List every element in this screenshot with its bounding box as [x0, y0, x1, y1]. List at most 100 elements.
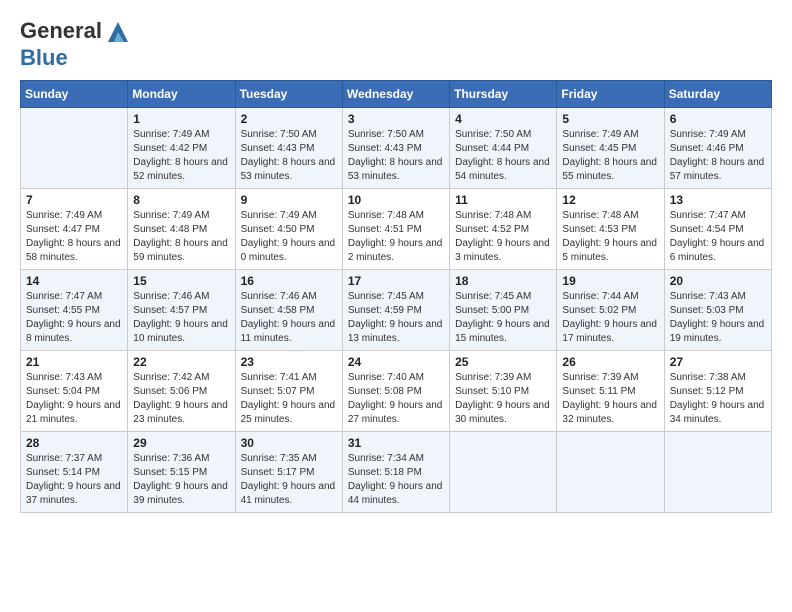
day-info: Sunrise: 7:45 AMSunset: 5:00 PMDaylight:…: [455, 290, 551, 346]
calendar-cell: 3 Sunrise: 7:50 AMSunset: 4:43 PMDaylight…: [342, 108, 449, 189]
logo-blue: Blue: [20, 46, 132, 70]
calendar-cell: 27 Sunrise: 7:38 AMSunset: 5:12 PMDayligh…: [664, 351, 771, 432]
day-info: Sunrise: 7:43 AMSunset: 5:03 PMDaylight:…: [670, 290, 766, 346]
day-info: Sunrise: 7:47 AMSunset: 4:55 PMDaylight:…: [26, 290, 122, 346]
calendar-table: SundayMondayTuesdayWednesdayThursdayFrid…: [20, 80, 772, 513]
day-number: 1: [133, 112, 229, 126]
calendar-cell: 12 Sunrise: 7:48 AMSunset: 4:53 PMDayligh…: [557, 189, 664, 270]
col-header-thursday: Thursday: [450, 81, 557, 108]
calendar-cell: 16 Sunrise: 7:46 AMSunset: 4:58 PMDayligh…: [235, 270, 342, 351]
day-info: Sunrise: 7:43 AMSunset: 5:04 PMDaylight:…: [26, 371, 122, 427]
calendar-cell: 6 Sunrise: 7:49 AMSunset: 4:46 PMDaylight…: [664, 108, 771, 189]
day-info: Sunrise: 7:48 AMSunset: 4:51 PMDaylight:…: [348, 209, 444, 265]
day-number: 9: [241, 193, 337, 207]
day-info: Sunrise: 7:44 AMSunset: 5:02 PMDaylight:…: [562, 290, 658, 346]
day-info: Sunrise: 7:36 AMSunset: 5:15 PMDaylight:…: [133, 452, 229, 508]
calendar-cell: 2Sunrise: 7:50 AMSunset: 4:43 PMDaylight…: [235, 108, 342, 189]
day-info: Sunrise: 7:38 AMSunset: 5:12 PMDaylight:…: [670, 371, 766, 427]
day-info: Sunrise: 7:49 AMSunset: 4:45 PMDaylight:…: [562, 128, 658, 184]
day-number: 31: [348, 436, 444, 450]
day-number: 20: [670, 274, 766, 288]
day-number: 3: [348, 112, 444, 126]
day-info: Sunrise: 7:48 AMSunset: 4:53 PMDaylight:…: [562, 209, 658, 265]
day-number: 22: [133, 355, 229, 369]
day-info: Sunrise: 7:49 AMSunset: 4:47 PMDaylight:…: [26, 209, 122, 265]
col-header-friday: Friday: [557, 81, 664, 108]
day-number: 28: [26, 436, 122, 450]
calendar-cell: [664, 432, 771, 513]
day-info: Sunrise: 7:42 AMSunset: 5:06 PMDaylight:…: [133, 371, 229, 427]
day-number: 4: [455, 112, 551, 126]
day-number: 11: [455, 193, 551, 207]
day-number: 7: [26, 193, 122, 207]
day-info: Sunrise: 7:39 AMSunset: 5:11 PMDaylight:…: [562, 371, 658, 427]
day-info: Sunrise: 7:49 AMSunset: 4:50 PMDaylight:…: [241, 209, 337, 265]
day-number: 8: [133, 193, 229, 207]
day-number: 6: [670, 112, 766, 126]
calendar-cell: 18 Sunrise: 7:45 AMSunset: 5:00 PMDayligh…: [450, 270, 557, 351]
logo-icon: [104, 18, 132, 46]
calendar-cell: 23 Sunrise: 7:41 AMSunset: 5:07 PMDayligh…: [235, 351, 342, 432]
day-number: 24: [348, 355, 444, 369]
week-row-4: 21 Sunrise: 7:43 AMSunset: 5:04 PMDayligh…: [21, 351, 772, 432]
day-info: Sunrise: 7:37 AMSunset: 5:14 PMDaylight:…: [26, 452, 122, 508]
col-header-wednesday: Wednesday: [342, 81, 449, 108]
day-info: Sunrise: 7:49 AMSunset: 4:46 PMDaylight:…: [670, 128, 766, 184]
day-info: Sunrise: 7:34 AMSunset: 5:18 PMDaylight:…: [348, 452, 444, 508]
week-row-5: 28 Sunrise: 7:37 AMSunset: 5:14 PMDayligh…: [21, 432, 772, 513]
day-number: 17: [348, 274, 444, 288]
calendar-cell: 15 Sunrise: 7:46 AMSunset: 4:57 PMDayligh…: [128, 270, 235, 351]
calendar-cell: 25 Sunrise: 7:39 AMSunset: 5:10 PMDayligh…: [450, 351, 557, 432]
logo: General Blue: [20, 18, 132, 70]
day-number: 19: [562, 274, 658, 288]
day-info: Sunrise: 7:41 AMSunset: 5:07 PMDaylight:…: [241, 371, 337, 427]
calendar-cell: 31 Sunrise: 7:34 AMSunset: 5:18 PMDayligh…: [342, 432, 449, 513]
calendar-cell: 26 Sunrise: 7:39 AMSunset: 5:11 PMDayligh…: [557, 351, 664, 432]
day-info: Sunrise: 7:45 AMSunset: 4:59 PMDaylight:…: [348, 290, 444, 346]
day-info: Sunrise: 7:46 AMSunset: 4:58 PMDaylight:…: [241, 290, 337, 346]
calendar-cell: 28 Sunrise: 7:37 AMSunset: 5:14 PMDayligh…: [21, 432, 128, 513]
day-number: 23: [241, 355, 337, 369]
col-header-sunday: Sunday: [21, 81, 128, 108]
calendar-cell: 22 Sunrise: 7:42 AMSunset: 5:06 PMDayligh…: [128, 351, 235, 432]
calendar-cell: 14Sunrise: 7:47 AMSunset: 4:55 PMDayligh…: [21, 270, 128, 351]
week-row-2: 7 Sunrise: 7:49 AMSunset: 4:47 PMDaylight…: [21, 189, 772, 270]
day-number: 5: [562, 112, 658, 126]
day-info: Sunrise: 7:49 AMSunset: 4:42 PMDaylight:…: [133, 128, 229, 184]
calendar-cell: 17 Sunrise: 7:45 AMSunset: 4:59 PMDayligh…: [342, 270, 449, 351]
day-number: 25: [455, 355, 551, 369]
day-number: 10: [348, 193, 444, 207]
day-info: Sunrise: 7:47 AMSunset: 4:54 PMDaylight:…: [670, 209, 766, 265]
calendar-cell: 5 Sunrise: 7:49 AMSunset: 4:45 PMDaylight…: [557, 108, 664, 189]
col-header-saturday: Saturday: [664, 81, 771, 108]
calendar-cell: [450, 432, 557, 513]
day-info: Sunrise: 7:50 AMSunset: 4:43 PMDaylight:…: [348, 128, 444, 184]
day-info: Sunrise: 7:49 AMSunset: 4:48 PMDaylight:…: [133, 209, 229, 265]
calendar-cell: 19 Sunrise: 7:44 AMSunset: 5:02 PMDayligh…: [557, 270, 664, 351]
calendar-cell: 30Sunrise: 7:35 AMSunset: 5:17 PMDayligh…: [235, 432, 342, 513]
day-number: 21: [26, 355, 122, 369]
day-info: Sunrise: 7:50 AMSunset: 4:44 PMDaylight:…: [455, 128, 551, 184]
col-header-monday: Monday: [128, 81, 235, 108]
calendar-cell: 7 Sunrise: 7:49 AMSunset: 4:47 PMDaylight…: [21, 189, 128, 270]
day-number: 12: [562, 193, 658, 207]
week-row-3: 14Sunrise: 7:47 AMSunset: 4:55 PMDayligh…: [21, 270, 772, 351]
calendar-cell: [557, 432, 664, 513]
header-row: SundayMondayTuesdayWednesdayThursdayFrid…: [21, 81, 772, 108]
day-number: 27: [670, 355, 766, 369]
calendar-cell: 29 Sunrise: 7:36 AMSunset: 5:15 PMDayligh…: [128, 432, 235, 513]
header: General Blue: [20, 18, 772, 70]
day-info: Sunrise: 7:48 AMSunset: 4:52 PMDaylight:…: [455, 209, 551, 265]
day-number: 29: [133, 436, 229, 450]
calendar-cell: 8 Sunrise: 7:49 AMSunset: 4:48 PMDaylight…: [128, 189, 235, 270]
day-number: 16: [241, 274, 337, 288]
day-info: Sunrise: 7:46 AMSunset: 4:57 PMDaylight:…: [133, 290, 229, 346]
day-info: Sunrise: 7:39 AMSunset: 5:10 PMDaylight:…: [455, 371, 551, 427]
day-number: 2: [241, 112, 337, 126]
calendar-cell: [21, 108, 128, 189]
day-number: 18: [455, 274, 551, 288]
day-number: 15: [133, 274, 229, 288]
col-header-tuesday: Tuesday: [235, 81, 342, 108]
day-number: 30: [241, 436, 337, 450]
day-number: 26: [562, 355, 658, 369]
